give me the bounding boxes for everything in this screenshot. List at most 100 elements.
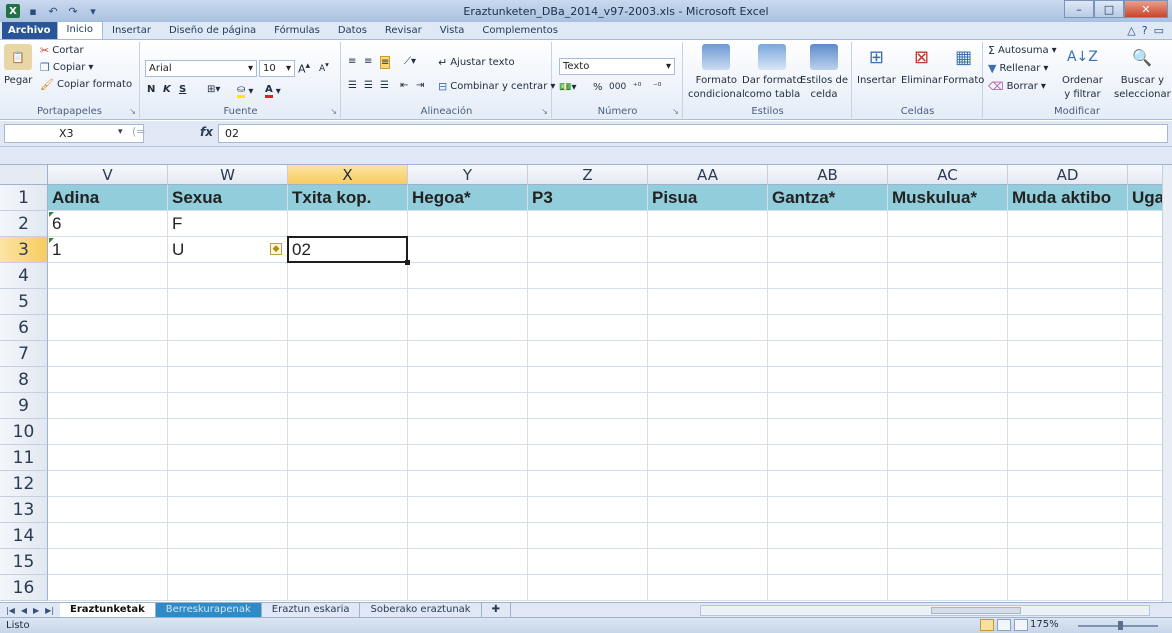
cell-ac10[interactable] (888, 419, 1008, 445)
cell-y4[interactable] (408, 263, 528, 289)
align-top-button[interactable]: ≡ (348, 56, 356, 67)
font-color-button[interactable]: A ▾ (265, 84, 281, 98)
formula-cancel-icon[interactable]: (= (132, 125, 146, 138)
sheet-tab-soberako-eraztunak[interactable]: Soberako eraztunak (360, 603, 482, 617)
cell-w11[interactable] (168, 445, 288, 471)
tab-datos[interactable]: Datos (329, 23, 376, 39)
cell-x5[interactable] (288, 289, 408, 315)
autosum-button[interactable]: Σ Autosuma ▾ (988, 44, 1057, 57)
align-middle-button[interactable]: ≡ (364, 56, 372, 67)
cell-v12[interactable] (48, 471, 168, 497)
cell-aa11[interactable] (648, 445, 768, 471)
cell-x6[interactable] (288, 315, 408, 341)
cell-w2[interactable]: F (168, 211, 288, 237)
cell-ad9[interactable] (1008, 393, 1128, 419)
cell-ab4[interactable] (768, 263, 888, 289)
cell-y10[interactable] (408, 419, 528, 445)
dialog-launcher-icon[interactable]: ↘ (541, 107, 548, 116)
cell-aa4[interactable] (648, 263, 768, 289)
page-break-view-button[interactable] (1014, 619, 1028, 631)
cell-ab14[interactable] (768, 523, 888, 549)
italic-button[interactable]: K (163, 84, 171, 95)
row-header-3[interactable]: 3 (0, 237, 48, 263)
cell-z2[interactable] (528, 211, 648, 237)
fill-button[interactable]: ▼ Rellenar ▾ (988, 62, 1048, 75)
dialog-launcher-icon[interactable]: ↘ (672, 107, 679, 116)
borders-button[interactable]: ⊞▾ (207, 84, 220, 95)
cell-z4[interactable] (528, 263, 648, 289)
cell-x16[interactable] (288, 575, 408, 601)
cell-y16[interactable] (408, 575, 528, 601)
sort-filter-button[interactable]: A↓Z Ordenar y filtrar (1062, 44, 1103, 101)
cell-ad13[interactable] (1008, 497, 1128, 523)
cell-ac14[interactable] (888, 523, 1008, 549)
percent-button[interactable]: % (593, 82, 603, 93)
cell-aa9[interactable] (648, 393, 768, 419)
row-header-9[interactable]: 9 (0, 393, 48, 419)
cell-x12[interactable] (288, 471, 408, 497)
cell-x15[interactable] (288, 549, 408, 575)
column-header-x[interactable]: X (288, 165, 408, 185)
increase-decimal-button[interactable]: ⁺⁰ (633, 82, 641, 92)
row-header-10[interactable]: 10 (0, 419, 48, 445)
close-button[interactable]: ✕ (1124, 0, 1168, 18)
column-header-aa[interactable]: AA (648, 165, 768, 185)
cell-ab5[interactable] (768, 289, 888, 315)
cell-ad12[interactable] (1008, 471, 1128, 497)
sheet-tab-eraztunketak[interactable]: Eraztunketak (60, 603, 156, 617)
font-name-select[interactable]: Arial ▾ (145, 60, 257, 77)
first-sheet-icon[interactable]: |◀ (6, 606, 15, 615)
currency-button[interactable]: 💵▾ (559, 82, 576, 93)
cell-ab10[interactable] (768, 419, 888, 445)
insert-cells-button[interactable]: ⊞ Insertar (857, 44, 896, 86)
excel-logo-icon[interactable]: X (6, 4, 20, 18)
cell-ac3[interactable] (888, 237, 1008, 263)
cell-aa16[interactable] (648, 575, 768, 601)
cell-w7[interactable] (168, 341, 288, 367)
cell-aa10[interactable] (648, 419, 768, 445)
cell-ab3[interactable] (768, 237, 888, 263)
cell-aa7[interactable] (648, 341, 768, 367)
cell-aa6[interactable] (648, 315, 768, 341)
cell-ad15[interactable] (1008, 549, 1128, 575)
insert-sheet-button[interactable]: ✚ (482, 603, 511, 617)
cell-aa12[interactable] (648, 471, 768, 497)
name-box[interactable]: X3 (4, 124, 144, 143)
column-header-ad[interactable]: AD (1008, 165, 1128, 185)
cell-w15[interactable] (168, 549, 288, 575)
cell-w10[interactable] (168, 419, 288, 445)
name-box-dropdown-icon[interactable]: ▾ (118, 127, 123, 137)
cell-x7[interactable] (288, 341, 408, 367)
customize-toolbar-icon[interactable]: ▾ (86, 4, 100, 18)
cell-styles-button[interactable]: Estilos de celda (800, 44, 848, 100)
cell-z14[interactable] (528, 523, 648, 549)
cell-ab13[interactable] (768, 497, 888, 523)
cell-ac15[interactable] (888, 549, 1008, 575)
cell-x4[interactable] (288, 263, 408, 289)
row-header-11[interactable]: 11 (0, 445, 48, 471)
cell-y9[interactable] (408, 393, 528, 419)
cell-aa3[interactable] (648, 237, 768, 263)
cell-aa15[interactable] (648, 549, 768, 575)
worksheet-grid[interactable]: V W X Y Z AA AB AC AD 1 Adina Sexua Txita kop. Hegoa*… (0, 165, 1172, 602)
cell-y8[interactable] (408, 367, 528, 393)
column-header-ac[interactable]: AC (888, 165, 1008, 185)
dialog-launcher-icon[interactable]: ↘ (330, 107, 337, 116)
cell-v14[interactable] (48, 523, 168, 549)
redo-icon[interactable]: ↷ (66, 4, 80, 18)
last-sheet-icon[interactable]: ▶| (45, 606, 54, 615)
cell-aa2[interactable] (648, 211, 768, 237)
error-warning-icon[interactable]: ◆ (270, 243, 282, 255)
cell-v6[interactable] (48, 315, 168, 341)
cell-v9[interactable] (48, 393, 168, 419)
cell-ad10[interactable] (1008, 419, 1128, 445)
underline-button[interactable]: S (179, 84, 186, 95)
grow-font-button[interactable]: A▴ (298, 60, 310, 76)
cell-z7[interactable] (528, 341, 648, 367)
tab-insertar[interactable]: Insertar (103, 23, 160, 39)
select-all-corner[interactable] (0, 165, 48, 185)
cell-v10[interactable] (48, 419, 168, 445)
page-layout-view-button[interactable] (997, 619, 1011, 631)
cell-v8[interactable] (48, 367, 168, 393)
cell-x9[interactable] (288, 393, 408, 419)
